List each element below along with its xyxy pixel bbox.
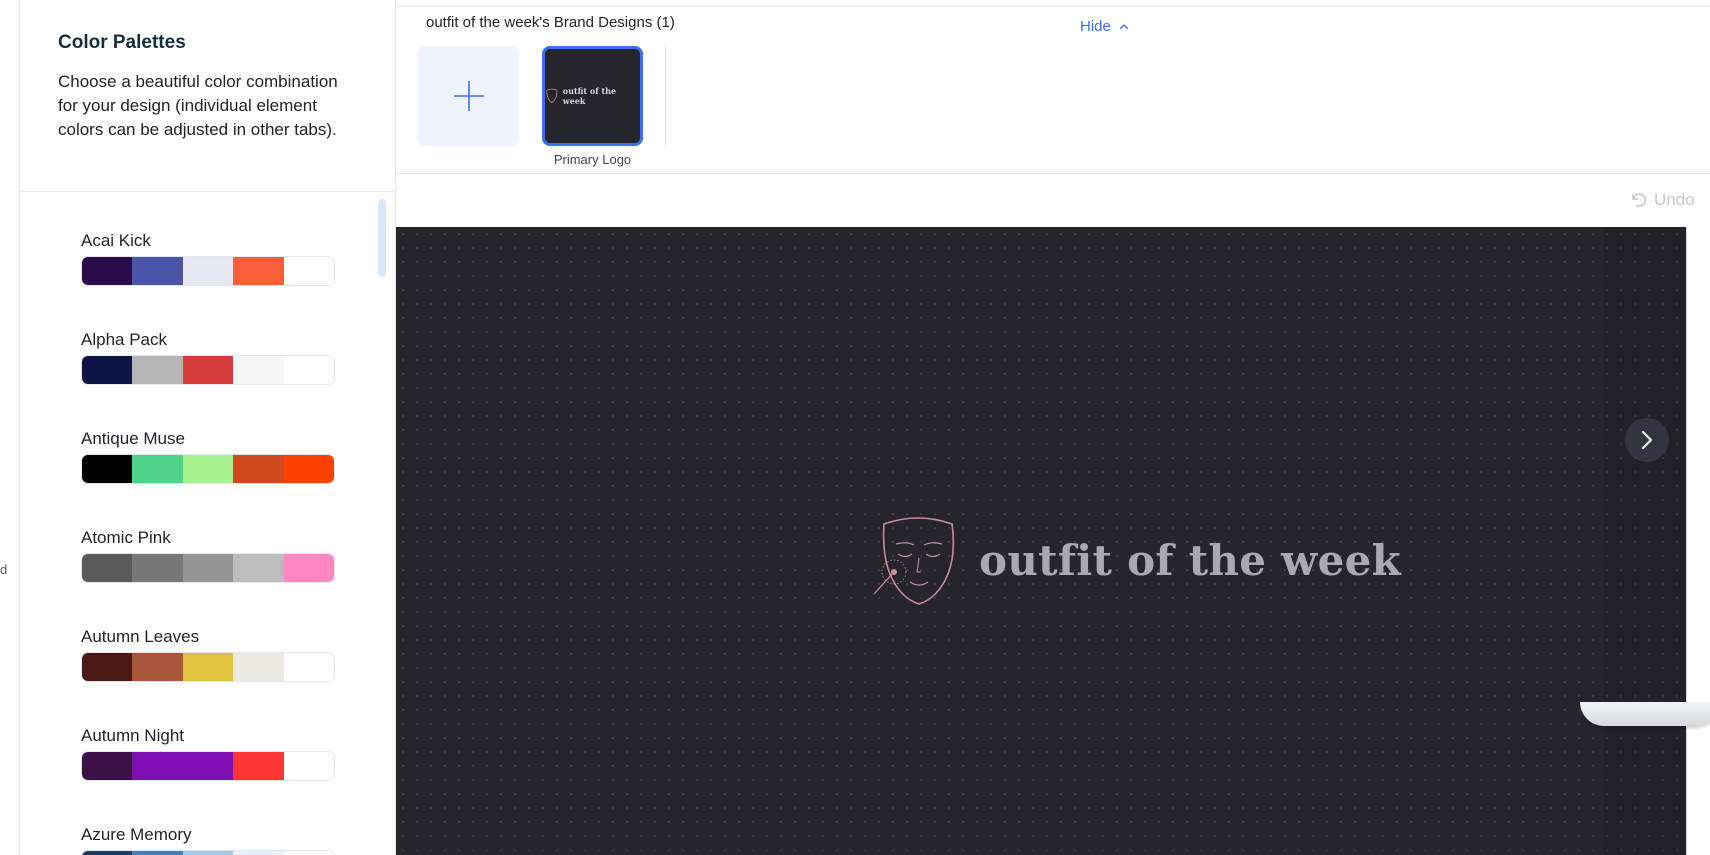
color-swatch bbox=[82, 455, 133, 483]
palette-swatches bbox=[81, 355, 335, 385]
color-swatch bbox=[182, 752, 234, 780]
color-swatch bbox=[233, 356, 284, 384]
color-swatch bbox=[283, 752, 334, 780]
tiles-divider bbox=[665, 46, 666, 146]
color-swatch bbox=[283, 653, 334, 681]
color-swatch bbox=[283, 257, 334, 285]
palette-item[interactable]: Azure Memory bbox=[81, 824, 337, 855]
mask-logo-icon bbox=[873, 517, 955, 605]
chevron-right-icon bbox=[1642, 431, 1652, 449]
color-swatch bbox=[82, 752, 133, 780]
palette-name: Alpha Pack bbox=[81, 330, 167, 349]
color-swatch bbox=[233, 455, 284, 483]
color-swatch bbox=[283, 455, 334, 483]
palette-item[interactable]: Atomic Pink bbox=[81, 527, 337, 583]
color-swatch bbox=[132, 851, 183, 855]
color-swatch bbox=[82, 257, 133, 285]
color-swatch bbox=[283, 554, 334, 582]
palette-name: Autumn Night bbox=[81, 726, 184, 745]
panel-title: Color Palettes bbox=[58, 32, 186, 53]
color-swatch bbox=[182, 356, 234, 384]
color-swatch bbox=[182, 851, 234, 855]
palette-swatches bbox=[81, 553, 335, 583]
color-swatch bbox=[132, 455, 183, 483]
palette-item[interactable]: Acai Kick bbox=[81, 230, 337, 286]
palette-list: Acai Kick Alpha Pack Antique Muse Atomic Pi… bbox=[20, 193, 396, 855]
palette-swatches bbox=[81, 850, 335, 855]
plus-icon bbox=[453, 81, 484, 111]
color-swatch bbox=[182, 455, 234, 483]
palette-name: Acai Kick bbox=[81, 231, 151, 250]
mask-logo-icon bbox=[546, 88, 558, 104]
left-sidebar-strip: d bbox=[0, 0, 20, 855]
color-swatch bbox=[132, 356, 183, 384]
palette-list-scrollbar[interactable] bbox=[378, 199, 386, 277]
color-swatch bbox=[132, 257, 183, 285]
palette-swatches bbox=[81, 751, 335, 781]
color-swatch bbox=[233, 257, 284, 285]
next-preview-edge bbox=[1686, 227, 1710, 855]
undo-label: Undo bbox=[1654, 190, 1695, 209]
top-divider bbox=[396, 6, 1710, 7]
palette-swatches bbox=[81, 652, 335, 682]
color-swatch bbox=[82, 851, 133, 855]
palette-item[interactable]: Autumn Night bbox=[81, 725, 337, 781]
header-bottom-divider bbox=[396, 173, 1710, 174]
color-swatch bbox=[233, 752, 284, 780]
color-swatch bbox=[182, 554, 234, 582]
canvas-edge-shade bbox=[1604, 227, 1686, 855]
hide-button[interactable]: Hide bbox=[1080, 18, 1129, 35]
panel-header: Color Palettes Choose a beautiful color … bbox=[20, 0, 395, 192]
brand-designs-title: outfit of the week's Brand Designs (1) bbox=[426, 14, 675, 31]
app-root: d Color Palettes Choose a beautiful colo… bbox=[0, 0, 1710, 855]
palette-swatches bbox=[81, 454, 335, 484]
color-swatch bbox=[233, 653, 284, 681]
next-arrow-button[interactable] bbox=[1625, 418, 1669, 462]
palette-name: Azure Memory bbox=[81, 825, 192, 844]
chevron-up-icon bbox=[1119, 23, 1129, 29]
color-swatch bbox=[182, 653, 234, 681]
color-swatch bbox=[132, 752, 183, 780]
color-swatch bbox=[82, 356, 133, 384]
primary-logo-thumbnail[interactable]: outfit of the week bbox=[542, 46, 643, 146]
preview-stand bbox=[1580, 702, 1710, 726]
canvas-logo-text: outfit of the week bbox=[979, 536, 1402, 585]
color-swatch bbox=[132, 653, 183, 681]
color-swatch bbox=[283, 356, 334, 384]
color-swatch bbox=[132, 554, 183, 582]
undo-icon bbox=[1632, 193, 1647, 207]
palette-item[interactable]: Antique Muse bbox=[81, 428, 337, 484]
panel-description: Choose a beautiful color combination for… bbox=[58, 72, 338, 139]
undo-button[interactable]: Undo bbox=[1630, 190, 1695, 210]
add-design-button[interactable] bbox=[418, 46, 519, 146]
color-swatch bbox=[82, 653, 133, 681]
color-swatch bbox=[182, 257, 234, 285]
palette-swatches bbox=[81, 256, 335, 286]
color-swatch bbox=[82, 554, 133, 582]
thumbnail-logo-text: outfit of the week bbox=[562, 86, 617, 106]
palette-name: Antique Muse bbox=[81, 429, 185, 448]
palette-item[interactable]: Autumn Leaves bbox=[81, 626, 337, 682]
palette-name: Atomic Pink bbox=[81, 528, 171, 547]
palette-name: Autumn Leaves bbox=[81, 627, 200, 646]
color-swatch bbox=[283, 851, 334, 855]
primary-logo-caption: Primary Logo bbox=[553, 152, 632, 167]
hide-label: Hide bbox=[1080, 18, 1111, 35]
palette-item[interactable]: Alpha Pack bbox=[81, 329, 337, 385]
color-swatch bbox=[233, 851, 284, 855]
color-swatch bbox=[233, 554, 284, 582]
color-palettes-panel: Color Palettes Choose a beautiful color … bbox=[20, 0, 396, 855]
sidebar-truncated-text: d bbox=[0, 562, 8, 577]
